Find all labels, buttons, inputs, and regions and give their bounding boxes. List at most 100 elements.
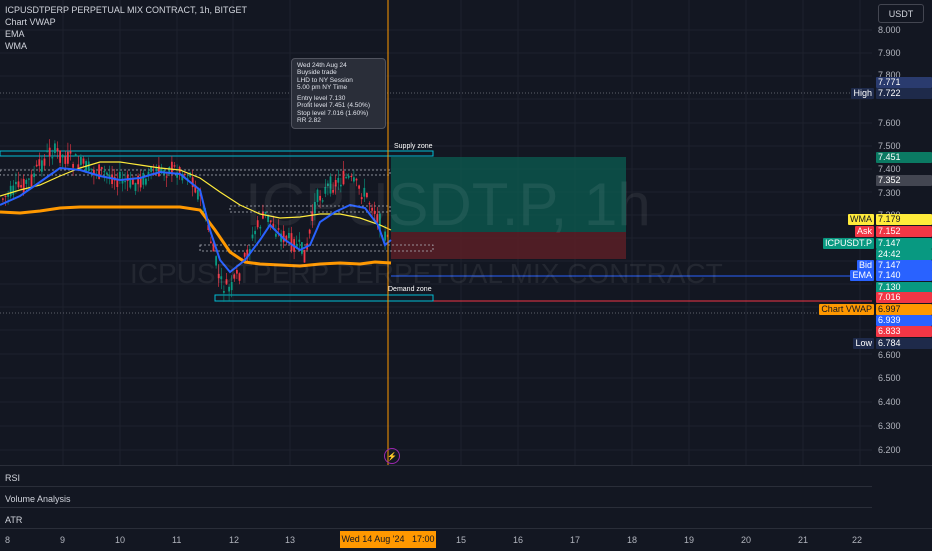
note-line: LHD to NY Session xyxy=(297,76,353,84)
candle-body xyxy=(243,252,246,257)
candle-body xyxy=(165,176,168,178)
price-label-value: 6.833 xyxy=(876,326,932,337)
price-label-value: 7.451 xyxy=(876,152,932,163)
price-label-value: 7.152 xyxy=(876,226,932,237)
time-tick: 17 xyxy=(570,535,581,545)
time-tick: 22 xyxy=(852,535,863,545)
volume-analysis-panel[interactable]: Volume Analysis xyxy=(0,486,872,508)
candle-body xyxy=(90,168,93,170)
indicator-ema[interactable]: EMA xyxy=(5,29,25,39)
price-label: EMA 7.140 xyxy=(850,270,932,281)
candle-body xyxy=(124,181,126,183)
demand-zone-label: Demand zone xyxy=(388,286,432,293)
price-tick: 7.900 xyxy=(878,48,901,58)
candle-body xyxy=(17,181,20,188)
candle-body xyxy=(35,164,38,167)
note-line: Buyside trade xyxy=(297,69,337,77)
candle-body xyxy=(87,161,90,172)
candle-body xyxy=(72,163,74,168)
candle-body xyxy=(15,181,17,185)
price-label-value: 7.771 xyxy=(876,77,932,88)
note-line: RR 2.82 xyxy=(297,117,321,125)
time-tick: 16 xyxy=(513,535,524,545)
candle-body xyxy=(64,156,67,164)
panel-axis xyxy=(872,465,932,529)
price-tick: 6.600 xyxy=(878,350,901,360)
time-tick: 15 xyxy=(456,535,467,545)
price-label-value: 24:42 xyxy=(876,249,932,260)
price-label-tag: Ask xyxy=(854,226,874,237)
time-tick: 10 xyxy=(115,535,126,545)
price-label: Ask 7.152 xyxy=(854,226,932,237)
candle-body xyxy=(9,185,12,197)
indicator-wma[interactable]: WMA xyxy=(5,41,27,51)
price-label-tag: EMA xyxy=(850,270,874,281)
candle-body xyxy=(41,160,43,172)
price-label-value: 7.722 xyxy=(876,88,932,99)
watermark-ticker: ICPUSDT.P, 1h xyxy=(245,171,651,238)
note-line: Stop level 7.016 (1.60%) xyxy=(297,109,369,117)
candle-body xyxy=(22,178,25,194)
price-label-tag: ICPUSDT.P xyxy=(822,238,874,249)
candle-body xyxy=(210,241,212,243)
price-label-tag: WMA xyxy=(848,214,874,225)
candle-body xyxy=(145,178,147,185)
price-tick: 7.400 xyxy=(878,164,901,174)
symbol-title[interactable]: ICPUSDTPERP PERPETUAL MIX CONTRACT, 1h, … xyxy=(5,5,247,15)
demand-zone-box xyxy=(214,294,434,302)
time-tick: 13 xyxy=(285,535,296,545)
candle-body xyxy=(223,291,225,293)
candle-body xyxy=(2,198,4,200)
price-label-value: 7.016 xyxy=(876,292,932,303)
price-label-tag: High xyxy=(851,88,874,99)
candle-body xyxy=(155,168,158,172)
price-label: ICPUSDT.P 7.147 xyxy=(822,238,932,249)
candle-body xyxy=(134,182,137,191)
price-label: 7.016 xyxy=(876,292,932,303)
price-label-value: 6.997 xyxy=(876,304,932,315)
candle-body xyxy=(142,173,145,185)
time-cursor-label: Wed 14 Aug '24 17:00 xyxy=(340,531,436,548)
trade-note-tooltip[interactable]: Wed 24th Aug 24 Buyside trade LHD to NY … xyxy=(291,58,386,129)
currency-selector[interactable]: USDT xyxy=(878,4,924,23)
candle-body xyxy=(137,175,139,185)
candle-body xyxy=(12,185,15,195)
candle-body xyxy=(59,150,61,163)
candle-body xyxy=(4,195,7,198)
time-tick: 8 xyxy=(5,535,11,545)
note-line: Profit level 7.451 (4.50%) xyxy=(297,102,370,110)
candle-body xyxy=(56,148,59,152)
price-label-value: 6.939 xyxy=(876,315,932,326)
rsi-panel[interactable]: RSI xyxy=(0,465,872,487)
candle-body xyxy=(158,165,160,177)
candle-body xyxy=(100,167,103,170)
candle-body xyxy=(171,161,173,173)
price-tick: 8.000 xyxy=(878,25,901,35)
time-tick: 9 xyxy=(60,535,66,545)
candle-body xyxy=(69,151,72,154)
price-label: Chart VWAP 6.997 xyxy=(819,304,932,315)
time-tick: 20 xyxy=(741,535,752,545)
price-tick: 6.500 xyxy=(878,373,901,383)
price-tick: 7.300 xyxy=(878,188,901,198)
candle-body xyxy=(54,143,56,153)
price-tick: 6.200 xyxy=(878,445,901,455)
supply-zone-box xyxy=(0,150,434,157)
candle-body xyxy=(67,151,69,164)
time-tick: 19 xyxy=(684,535,695,545)
time-tick: 11 xyxy=(172,535,182,545)
note-line: Entry level 7.130 xyxy=(297,95,346,103)
indicator-chart-vwap[interactable]: Chart VWAP xyxy=(5,17,56,27)
chart-area[interactable]: ICPUSDT.P, 1h ICPUSDTPERP PERPETUAL MIX … xyxy=(0,0,932,465)
price-label-value: 7.140 xyxy=(876,270,932,281)
price-label: 24:42 xyxy=(876,249,932,260)
atr-panel[interactable]: ATR xyxy=(0,507,872,529)
candle-body xyxy=(82,158,85,164)
lightning-icon[interactable]: ⚡ xyxy=(384,448,400,464)
candle-body xyxy=(74,154,77,157)
supply-zone-label: Supply zone xyxy=(394,143,433,150)
candle-body xyxy=(48,147,51,157)
candle-body xyxy=(298,239,301,242)
candle-body xyxy=(33,173,35,178)
time-tick: 21 xyxy=(798,535,809,545)
